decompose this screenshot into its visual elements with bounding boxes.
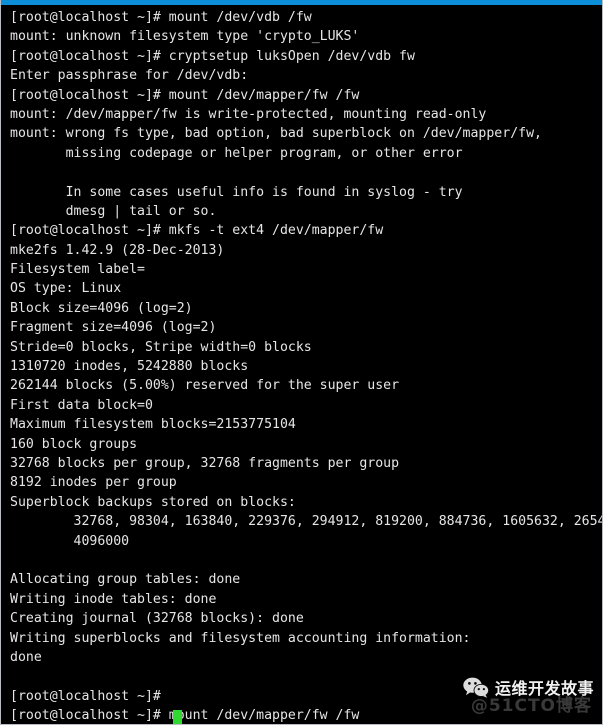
terminal-line: 32768, 98304, 163840, 229376, 294912, 81…: [10, 514, 602, 530]
terminal-line: missing codepage or helper program, or o…: [10, 145, 463, 161]
terminal-line: Block size=4096 (log=2): [10, 300, 193, 316]
terminal-line: 262144 blocks (5.00%) reserved for the s…: [10, 378, 400, 394]
terminal-line: 32768 blocks per group, 32768 fragments …: [10, 455, 400, 471]
terminal-line: Allocating group tables: done: [10, 572, 241, 588]
terminal-line: Maximum filesystem blocks=2153775104: [10, 417, 296, 433]
terminal-line: [root@localhost ~]#: [10, 688, 161, 704]
terminal-line: [root@localhost ~]# cryptsetup luksOpen …: [10, 48, 415, 64]
terminal-line: 4096000: [10, 533, 130, 549]
terminal-line: Stride=0 blocks, Stripe width=0 blocks: [10, 339, 312, 355]
terminal-line: [root@localhost ~]# mkfs -t ext4 /dev/ma…: [10, 223, 384, 239]
terminal-screenshot: [root@localhost ~]# mount /dev/vdb /fw mo…: [0, 0, 603, 725]
terminal-line: Superblock backups stored on blocks:: [10, 494, 296, 510]
terminal-line: mount: wrong fs type, bad option, bad su…: [10, 126, 542, 142]
terminal-line: 1310720 inodes, 5242880 blocks: [10, 359, 249, 375]
terminal-line: 160 block groups: [10, 436, 138, 452]
terminal-cursor: [173, 710, 182, 724]
terminal-line: OS type: Linux: [10, 281, 122, 297]
terminal-line: mke2fs 1.42.9 (28-Dec-2013): [10, 242, 225, 258]
terminal-line: In some cases useful info is found in sy…: [10, 184, 463, 200]
terminal-line: Filesystem label=: [10, 262, 145, 278]
terminal-line: First data block=0: [10, 397, 153, 413]
terminal-line: Writing superblocks and filesystem accou…: [10, 630, 471, 646]
terminal-screen[interactable]: [root@localhost ~]# mount /dev/vdb /fw mo…: [1, 5, 602, 724]
terminal-line: 8192 inodes per group: [10, 475, 177, 491]
terminal-line: Writing inode tables: done: [10, 591, 217, 607]
top-accent-bar: [1, 0, 602, 5]
terminal-line: mount: /dev/mapper/fw is write-protected…: [10, 106, 487, 122]
terminal-line: done: [10, 649, 42, 665]
terminal-line: Enter passphrase for /dev/vdb:: [10, 68, 249, 84]
terminal-line: [root@localhost ~]# mount /dev/vdb /fw: [10, 10, 312, 25]
terminal-line: [root@localhost ~]# mount /dev/mapper/fw…: [10, 708, 360, 724]
terminal-line: Fragment size=4096 (log=2): [10, 320, 217, 336]
terminal-line: Creating journal (32768 blocks): done: [10, 611, 304, 627]
terminal-line: dmesg | tail or so.: [10, 203, 217, 219]
terminal-line: [root@localhost ~]# mount /dev/mapper/fw…: [10, 87, 360, 103]
terminal-line: mount: unknown filesystem type 'crypto_L…: [10, 29, 360, 45]
terminal-output: [root@localhost ~]# mount /dev/vdb /fw mo…: [10, 8, 602, 724]
